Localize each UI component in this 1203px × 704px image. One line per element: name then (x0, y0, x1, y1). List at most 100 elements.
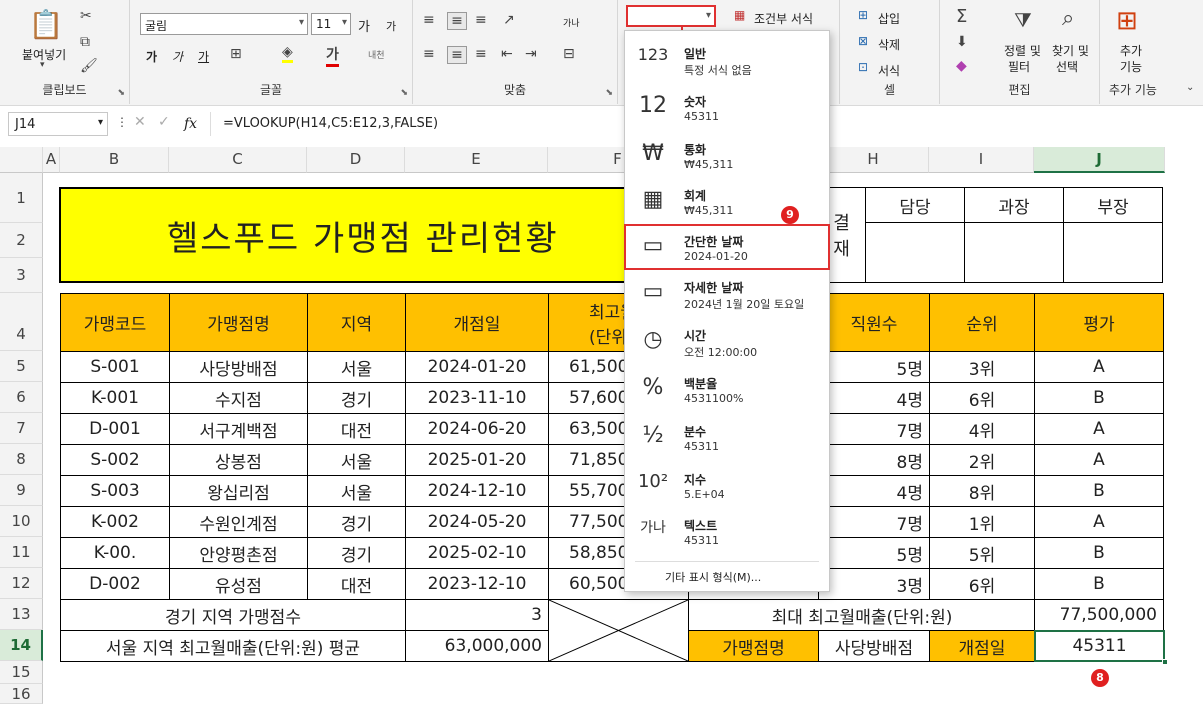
cell-rank[interactable]: 4위 (929, 413, 1035, 445)
cell-rank[interactable]: 1위 (929, 506, 1035, 538)
cell-name[interactable]: 상봉점 (169, 444, 308, 476)
fill-handle[interactable] (1162, 659, 1168, 665)
col-header-h[interactable]: H (818, 147, 929, 173)
cell-staff[interactable]: 7명 (818, 506, 930, 538)
row-header[interactable]: 8 (0, 444, 43, 475)
cell-region[interactable]: 서울 (307, 444, 406, 476)
seoul-avg-value[interactable]: 63,000,000 (405, 630, 549, 662)
cell-name[interactable]: 안양평촌점 (169, 537, 308, 569)
selected-cell-j14[interactable]: 45311 (1034, 630, 1165, 662)
number-format-combo[interactable]: ▾ (626, 5, 716, 27)
cell-name[interactable]: 수원인계점 (169, 506, 308, 538)
lookup-name-label[interactable]: 가맹점명 (688, 630, 819, 662)
row-header[interactable]: 5 (0, 351, 43, 382)
row-header[interactable]: 3 (0, 258, 43, 293)
cell-code[interactable]: K-002 (60, 506, 170, 538)
enter-icon[interactable]: ✓ (158, 114, 170, 130)
increase-indent-icon[interactable]: ⇥ (525, 46, 537, 62)
cell-date[interactable]: 2024-06-20 (405, 413, 549, 445)
cell-grade[interactable]: A (1034, 506, 1164, 538)
chevron-down-icon[interactable]: ▾ (40, 60, 45, 70)
format-cells-icon[interactable]: ⊡ (858, 60, 868, 74)
cell-region[interactable]: 대전 (307, 568, 406, 600)
cell-grade[interactable]: A (1034, 413, 1164, 445)
align-left-icon[interactable]: ≡ (423, 46, 435, 62)
col-header-b[interactable]: B (60, 147, 169, 173)
cell-region[interactable]: 경기 (307, 382, 406, 414)
cell-code[interactable]: D-001 (60, 413, 170, 445)
format-option[interactable]: ₩ 통화 ₩45,311 (625, 133, 829, 179)
lookup-date-label[interactable]: 개점일 (929, 630, 1035, 662)
cell-rank[interactable]: 6위 (929, 568, 1035, 600)
bold-button[interactable]: 가 (146, 48, 157, 65)
delete-cells-icon[interactable]: ⊠ (858, 34, 868, 48)
conditional-format-button[interactable]: 조건부 서식 (754, 10, 813, 27)
orientation-icon[interactable]: ↗ (503, 12, 515, 28)
collapse-ribbon-icon[interactable]: ⌄ (1186, 82, 1194, 93)
format-option[interactable]: ½ 분수 45311 (625, 415, 829, 461)
grow-font-button[interactable]: 가 (358, 16, 370, 35)
row-header[interactable]: 12 (0, 568, 43, 599)
row-header[interactable]: 1 (0, 173, 43, 223)
dialog-launcher-icon[interactable]: ⬊ (117, 88, 125, 98)
col-header-j[interactable]: J (1034, 147, 1165, 173)
cell-grade[interactable]: B (1034, 537, 1164, 569)
format-option[interactable]: % 백분율 4531100% (625, 367, 829, 413)
cell-rank[interactable]: 6위 (929, 382, 1035, 414)
cell-staff[interactable]: 4명 (818, 382, 930, 414)
cell-staff[interactable]: 3명 (818, 568, 930, 600)
cancel-icon[interactable]: ✕ (134, 114, 146, 130)
seoul-avg-label[interactable]: 서울 지역 최고월매출(단위:원) 평균 (60, 630, 406, 662)
row-header[interactable]: 13 (0, 599, 43, 630)
cut-icon[interactable]: ✂ (80, 8, 92, 24)
format-option[interactable]: ◷ 시간 오전 12:00:00 (625, 319, 829, 365)
cell-code[interactable]: S-002 (60, 444, 170, 476)
cell-rank[interactable]: 5위 (929, 537, 1035, 569)
format-option[interactable]: 123 일반 특정 서식 없음 (625, 37, 829, 83)
select-all-corner[interactable] (0, 147, 43, 173)
lookup-name-value[interactable]: 사당방배점 (818, 630, 930, 662)
cell-date[interactable]: 2023-11-10 (405, 382, 549, 414)
col-header-e[interactable]: E (405, 147, 548, 173)
cell-name[interactable]: 사당방배점 (169, 351, 308, 383)
cell-code[interactable]: S-001 (60, 351, 170, 383)
row-header[interactable]: 10 (0, 506, 43, 537)
cell-staff[interactable]: 5명 (818, 537, 930, 569)
gyeonggi-count-value[interactable]: 3 (405, 599, 549, 631)
align-center-icon[interactable]: ≡ (447, 46, 467, 64)
cell-grade[interactable]: A (1034, 444, 1164, 476)
cell-date[interactable]: 2023-12-10 (405, 568, 549, 600)
cell-code[interactable]: K-001 (60, 382, 170, 414)
cell-code[interactable]: D-002 (60, 568, 170, 600)
font-size-combo[interactable]: 11 ▾ (311, 13, 351, 35)
more-formats-button[interactable]: 기타 표시 형식(M)... (665, 569, 761, 585)
cell-name[interactable]: 수지점 (169, 382, 308, 414)
cell-grade[interactable]: B (1034, 568, 1164, 600)
cell-date[interactable]: 2024-12-10 (405, 475, 549, 507)
cell-date[interactable]: 2024-01-20 (405, 351, 549, 383)
cell-rank[interactable]: 3위 (929, 351, 1035, 383)
format-option[interactable]: 10² 지수 5.E+04 (625, 463, 829, 509)
col-header-d[interactable]: D (307, 147, 405, 173)
cell-grade[interactable]: B (1034, 475, 1164, 507)
cell-code[interactable]: K-00. (60, 537, 170, 569)
cell-date[interactable]: 2025-02-10 (405, 537, 549, 569)
italic-button[interactable]: 가 (172, 48, 183, 65)
cell-staff[interactable]: 5명 (818, 351, 930, 383)
col-header-c[interactable]: C (169, 147, 307, 173)
cell-grade[interactable]: A (1034, 351, 1164, 383)
fill-color-icon[interactable]: ◈ (282, 44, 293, 63)
insert-button[interactable]: 삽입 (878, 10, 900, 27)
cell-name[interactable]: 유성점 (169, 568, 308, 600)
autosum-icon[interactable]: Σ (956, 6, 967, 27)
phonetic-button[interactable]: 내천 (368, 48, 385, 61)
cell-name[interactable]: 서구계백점 (169, 413, 308, 445)
col-header-i[interactable]: I (929, 147, 1034, 173)
cell-staff[interactable]: 8명 (818, 444, 930, 476)
format-button[interactable]: 서식 (878, 62, 900, 79)
addins-button[interactable]: 추가 (1120, 42, 1142, 59)
font-color-icon[interactable]: 가 (326, 44, 339, 67)
cell-date[interactable]: 2024-05-20 (405, 506, 549, 538)
max-sales-label[interactable]: 최대 최고월매출(단위:원) (688, 599, 1035, 631)
row-header[interactable]: 11 (0, 537, 43, 568)
